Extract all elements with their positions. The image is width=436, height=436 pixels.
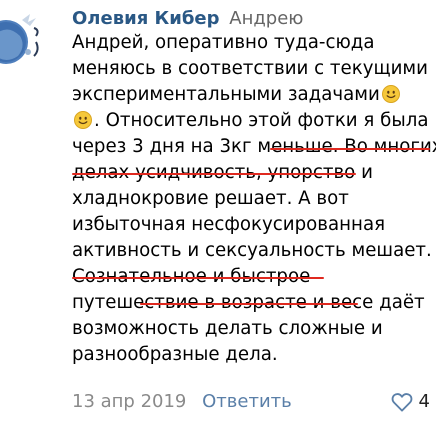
comment-text: Андрей, оперативно туда-сюда меняюсь в с…	[72, 30, 436, 368]
text-line-content: экспериментальными задачами	[72, 84, 380, 105]
comment-date[interactable]: 13 апр 2019	[72, 391, 186, 412]
text-line: Андрей, оперативно туда-сюда	[72, 32, 375, 53]
text-line-content: . Относительно этой фотки я была	[94, 110, 429, 131]
text-line: разнообразные дела.	[72, 344, 278, 365]
red-underline-mark	[72, 173, 356, 175]
smiling-face-icon	[381, 85, 400, 103]
heart-outline-icon	[391, 393, 412, 412]
red-underline-mark	[140, 303, 358, 305]
text-line: активность и сексуальность мешает.	[72, 240, 432, 261]
avatar[interactable]	[0, 6, 50, 68]
text-line: избыточная несфокусированная	[72, 214, 386, 235]
like-count: 4	[418, 391, 430, 412]
text-line: экспериментальными задачами	[72, 82, 434, 108]
comment-footer: 13 апр 2019 Ответить 4	[72, 388, 434, 416]
text-line: через 3 дня на 3кг меньше. Во многих	[72, 136, 436, 157]
red-underline-mark	[270, 148, 430, 150]
text-line: хладнокровие решает. А вот	[72, 188, 349, 209]
author-name[interactable]: Олевия Кибер	[72, 8, 220, 29]
red-underline-mark	[72, 277, 324, 279]
reply-to-name[interactable]: Андрею	[229, 8, 303, 29]
smiling-face-icon	[74, 111, 92, 129]
like-button[interactable]: 4	[391, 388, 430, 416]
text-line: . Относительно этой фотки я была	[72, 108, 434, 134]
text-line: меняюсь в соответствии с текущими	[72, 58, 428, 79]
text-line: возможность делать сложные и	[72, 318, 383, 339]
comment-header: Олевия Кибер Андрею	[72, 6, 303, 32]
reply-button[interactable]: Ответить	[202, 391, 292, 412]
